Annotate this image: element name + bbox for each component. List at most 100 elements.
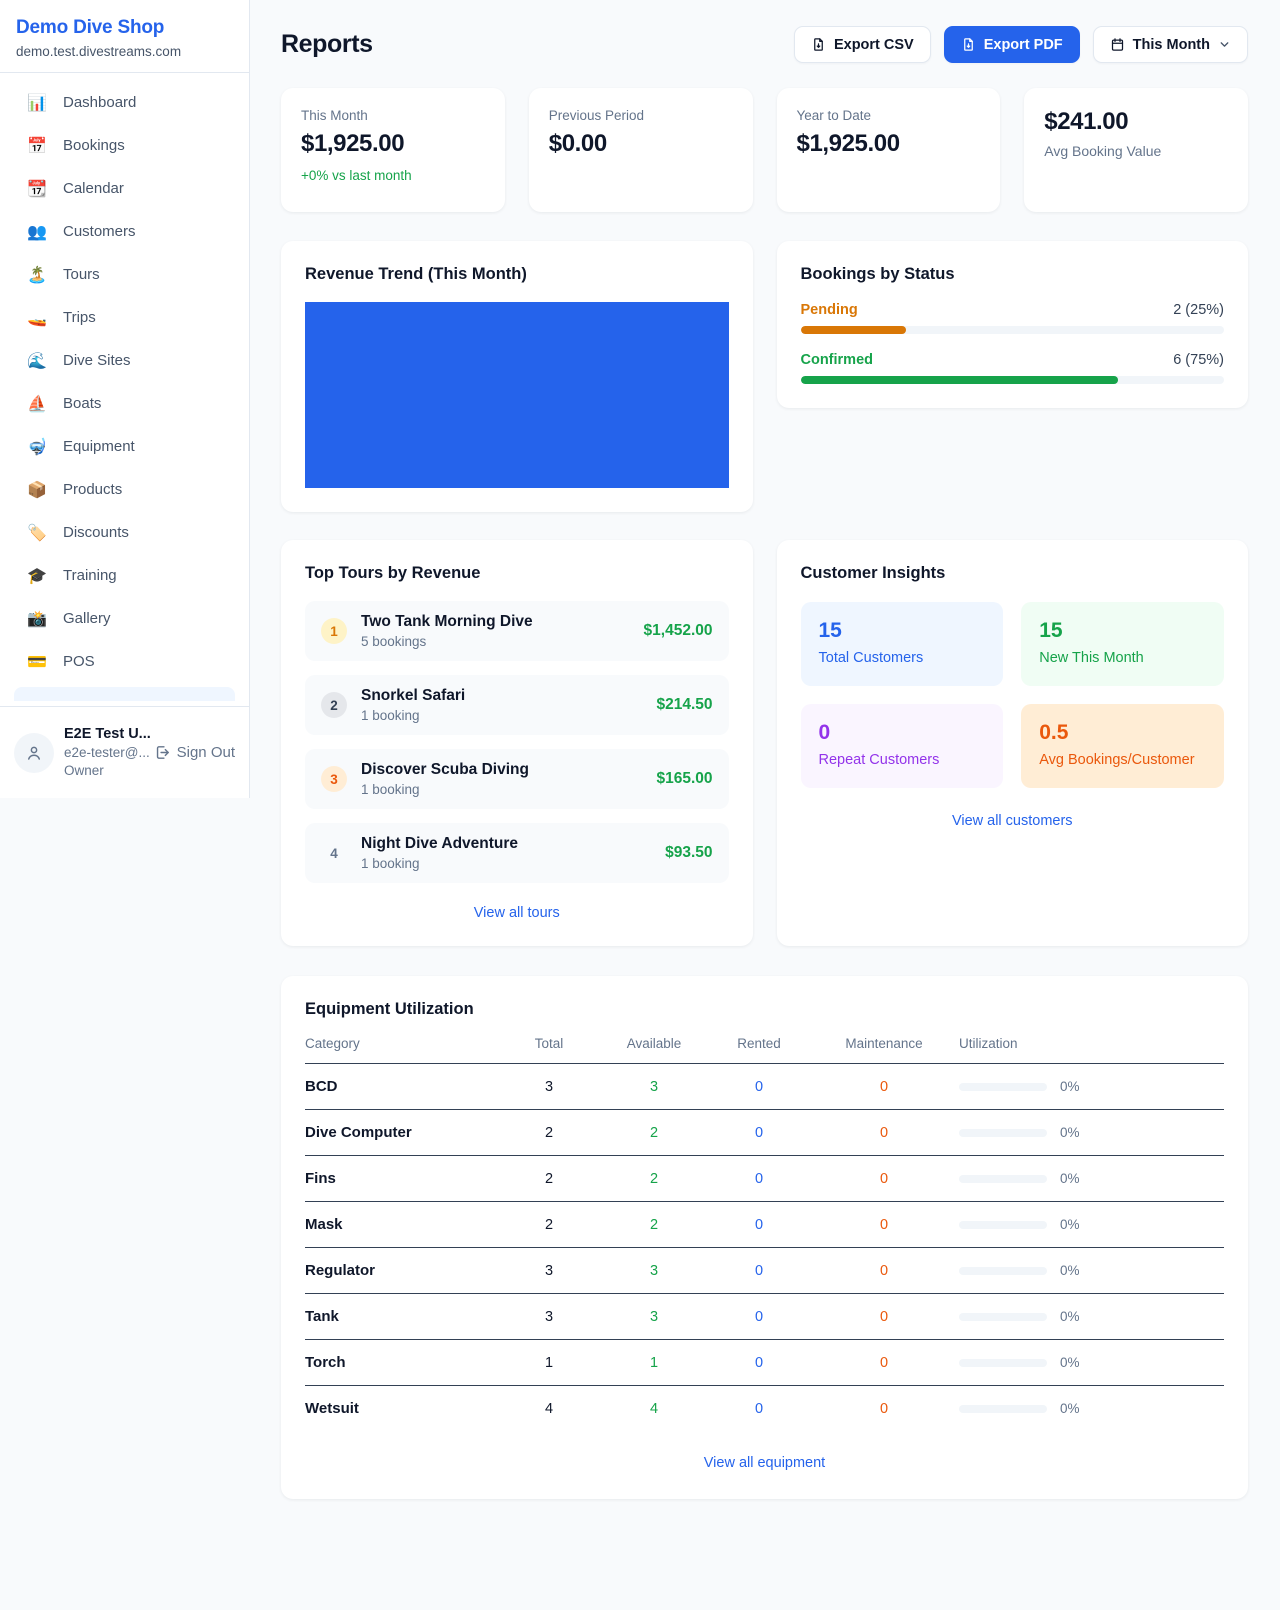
- rank-badge: 3: [321, 766, 347, 792]
- equipment-utilization-card: Equipment Utilization Category Total Ava…: [281, 976, 1248, 1499]
- utilization-percent: 0%: [1060, 1401, 1080, 1416]
- sidebar-item-boats[interactable]: ⛵Boats: [14, 386, 235, 421]
- equipment-utilization: 0%: [959, 1125, 1224, 1140]
- tour-list: 1 Two Tank Morning Dive 5 bookings $1,452.0…: [305, 601, 729, 883]
- stat-value: $241.00: [1044, 108, 1228, 136]
- top-tours-card: Top Tours by Revenue 1Two Tank Morning D…: [281, 540, 753, 946]
- equipment-available: 2: [599, 1171, 709, 1187]
- equipment-rented: 0: [709, 1079, 809, 1095]
- col-header-rented: Rented: [709, 1036, 809, 1051]
- sidebar-nav: 📊Dashboard 📅 Bookings 📆Calendar 👥Customers 🏝️…: [0, 73, 249, 706]
- equipment-maintenance: 0: [809, 1217, 959, 1233]
- calendar-date-icon: 📅: [26, 136, 48, 156]
- sidebar: Demo Dive Shop demo.test.divestreams.com…: [0, 0, 250, 798]
- equipment-maintenance: 0: [809, 1079, 959, 1095]
- sidebar-item-bookings[interactable]: 📅 Bookings: [14, 128, 235, 163]
- utilization-percent: 0%: [1060, 1125, 1080, 1140]
- tour-revenue: $1,452.00: [644, 622, 713, 640]
- status-count: 6 (75%): [1173, 352, 1224, 368]
- sign-out-button[interactable]: Sign Out: [154, 744, 235, 761]
- tour-bookings: 1 booking: [361, 782, 642, 797]
- sidebar-item-calendar[interactable]: 📆Calendar: [14, 171, 235, 206]
- equipment-category: BCD: [305, 1078, 499, 1095]
- shop-domain: demo.test.divestreams.com: [16, 44, 233, 59]
- view-all-tours-link[interactable]: View all tours: [474, 905, 560, 921]
- lists-row: Top Tours by Revenue 1Two Tank Morning D…: [281, 540, 1248, 946]
- col-header-maintenance: Maintenance: [809, 1036, 959, 1051]
- sidebar-item-products[interactable]: 📦Products: [14, 472, 235, 507]
- tour-name: Two Tank Morning Dive: [361, 613, 630, 631]
- sidebar-item-dashboard[interactable]: 📊Dashboard: [14, 85, 235, 120]
- period-select[interactable]: This Month: [1093, 26, 1248, 63]
- sidebar-item-training[interactable]: 🎓Training: [14, 558, 235, 593]
- sidebar-item-label: Bookings: [63, 137, 125, 154]
- sidebar-header: Demo Dive Shop demo.test.divestreams.com: [0, 0, 249, 73]
- tour-row[interactable]: 1 Two Tank Morning Dive 5 bookings $1,452.0…: [305, 601, 729, 661]
- sidebar-item-label: Dive Sites: [63, 352, 131, 369]
- equipment-available: 2: [599, 1125, 709, 1141]
- status-bar-fill: [801, 326, 907, 334]
- insight-value: 15: [1039, 619, 1206, 643]
- equipment-utilization: 0%: [959, 1217, 1224, 1232]
- export-csv-button[interactable]: Export CSV: [794, 26, 931, 63]
- export-csv-label: Export CSV: [834, 37, 914, 53]
- stat-card-this-month: This Month $1,925.00 +0% vs last month: [281, 88, 505, 212]
- equipment-maintenance: 0: [809, 1401, 959, 1417]
- view-all-equipment-link[interactable]: View all equipment: [704, 1455, 825, 1471]
- chevron-down-icon: [1218, 38, 1231, 51]
- utilization-percent: 0%: [1060, 1263, 1080, 1278]
- sidebar-item-tours[interactable]: 🏝️Tours: [14, 257, 235, 292]
- equipment-total: 2: [499, 1217, 599, 1233]
- sidebar-item-label: Calendar: [63, 180, 124, 197]
- utilization-bar-track: [959, 1267, 1047, 1275]
- status-bar-fill: [801, 376, 1119, 384]
- user-name: E2E Test U...: [64, 725, 144, 745]
- equipment-total: 3: [499, 1263, 599, 1279]
- sidebar-item-trips[interactable]: 🚤Trips: [14, 300, 235, 335]
- utilization-bar-track: [959, 1313, 1047, 1321]
- utilization-percent: 0%: [1060, 1309, 1080, 1324]
- sign-out-icon: [154, 744, 171, 761]
- sidebar-item-equipment[interactable]: 🤿Equipment: [14, 429, 235, 464]
- sidebar-item-customers[interactable]: 👥Customers: [14, 214, 235, 249]
- equipment-category: Tank: [305, 1308, 499, 1325]
- insight-value: 0.5: [1039, 721, 1206, 745]
- credit-card-icon: 💳: [26, 652, 48, 672]
- status-bar-track: [801, 376, 1225, 384]
- shop-name: Demo Dive Shop: [16, 17, 233, 39]
- equipment-category: Mask: [305, 1216, 499, 1233]
- tour-bookings: 5 bookings: [361, 634, 630, 649]
- insight-value: 15: [819, 619, 986, 643]
- tour-row[interactable]: 4Night Dive Adventure1 booking$93.50: [305, 823, 729, 883]
- sidebar-active-item-partial[interactable]: [14, 687, 235, 701]
- equipment-rented: 0: [709, 1263, 809, 1279]
- rank-badge: 1: [321, 618, 347, 644]
- equipment-row: Torch11000%: [305, 1340, 1224, 1386]
- tour-row[interactable]: 2Snorkel Safari1 booking$214.50: [305, 675, 729, 735]
- view-all-customers-link[interactable]: View all customers: [952, 813, 1073, 829]
- sidebar-item-dive-sites[interactable]: 🌊Dive Sites: [14, 343, 235, 378]
- equipment-category: Torch: [305, 1354, 499, 1371]
- equipment-utilization: 0%: [959, 1079, 1224, 1094]
- sidebar-item-label: Products: [63, 481, 122, 498]
- export-pdf-label: Export PDF: [984, 37, 1063, 53]
- equipment-utilization: 0%: [959, 1401, 1224, 1416]
- equipment-available: 3: [599, 1079, 709, 1095]
- stat-card-avg-booking-value: $241.00 Avg Booking Value: [1024, 88, 1248, 212]
- equipment-utilization: 0%: [959, 1355, 1224, 1370]
- insights-grid: 15Total Customers15New This Month0Repeat…: [801, 602, 1225, 788]
- sidebar-item-pos[interactable]: 💳POS: [14, 644, 235, 679]
- equipment-available: 1: [599, 1355, 709, 1371]
- sign-out-label: Sign Out: [177, 744, 235, 761]
- equipment-total: 1: [499, 1355, 599, 1371]
- equipment-row: Tank33000%: [305, 1294, 1224, 1340]
- diving-mask-icon: 🤿: [26, 437, 48, 457]
- main-content: Reports Export CSV Export PDF This Month…: [250, 0, 1280, 1529]
- tour-row[interactable]: 3Discover Scuba Diving1 booking$165.00: [305, 749, 729, 809]
- stat-value: $1,925.00: [301, 130, 485, 158]
- sidebar-item-discounts[interactable]: 🏷️Discounts: [14, 515, 235, 550]
- export-pdf-button[interactable]: Export PDF: [944, 26, 1080, 63]
- user-box: E2E Test U... e2e-tester@... Owner Sign …: [0, 706, 249, 798]
- sidebar-item-gallery[interactable]: 📸Gallery: [14, 601, 235, 636]
- equipment-rented: 0: [709, 1355, 809, 1371]
